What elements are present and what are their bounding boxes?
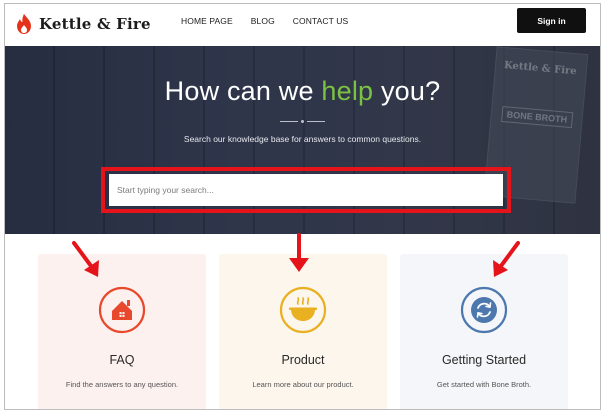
- nav-blog[interactable]: BLOG: [251, 16, 275, 26]
- category-cards: FAQ Find the answers to any question. Pr…: [5, 234, 600, 409]
- brand-name: Kettle & Fire: [39, 15, 151, 33]
- box-product-text: BONE BROTH: [501, 106, 573, 129]
- search-input[interactable]: [109, 174, 503, 206]
- card-title: FAQ: [109, 353, 135, 367]
- nav-home-page[interactable]: HOME PAGE: [181, 16, 233, 26]
- card-product[interactable]: Product Learn more about our product.: [219, 254, 387, 409]
- card-title: Product: [281, 353, 325, 367]
- card-description: Find the answers to any question.: [65, 380, 179, 389]
- hero-title-pre: How can we: [164, 76, 322, 106]
- main-nav: HOME PAGE BLOG CONTACT US: [181, 16, 348, 26]
- soup-bowl-icon: [279, 286, 327, 339]
- browser-page: Kettle & Fire HOME PAGE BLOG CONTACT US …: [4, 3, 601, 410]
- card-getting-started[interactable]: Getting Started Get started with Bone Br…: [400, 254, 568, 409]
- flame-icon: [15, 13, 33, 35]
- card-description: Learn more about our product.: [252, 380, 354, 389]
- house-icon: [98, 286, 146, 339]
- hero-title-highlight: help: [321, 76, 374, 106]
- card-title: Getting Started: [441, 353, 527, 367]
- box-brand-text: Kettle & Fire: [503, 60, 578, 78]
- hero-title: How can we help you?: [5, 76, 600, 107]
- refresh-icon: [460, 286, 508, 339]
- card-description: Get started with Bone Broth.: [436, 380, 532, 389]
- hero-title-post: you?: [373, 76, 441, 106]
- hero-section: Kettle & Fire BONE BROTH How can we help…: [5, 46, 600, 234]
- brand-logo[interactable]: Kettle & Fire: [15, 12, 151, 36]
- site-header: Kettle & Fire HOME PAGE BLOG CONTACT US …: [5, 4, 600, 46]
- nav-contact-us[interactable]: CONTACT US: [293, 16, 348, 26]
- card-faq[interactable]: FAQ Find the answers to any question.: [38, 254, 206, 409]
- title-divider: [277, 118, 329, 124]
- hero-subtitle: Search our knowledge base for answers to…: [183, 134, 422, 144]
- sign-in-button[interactable]: Sign in: [517, 8, 586, 33]
